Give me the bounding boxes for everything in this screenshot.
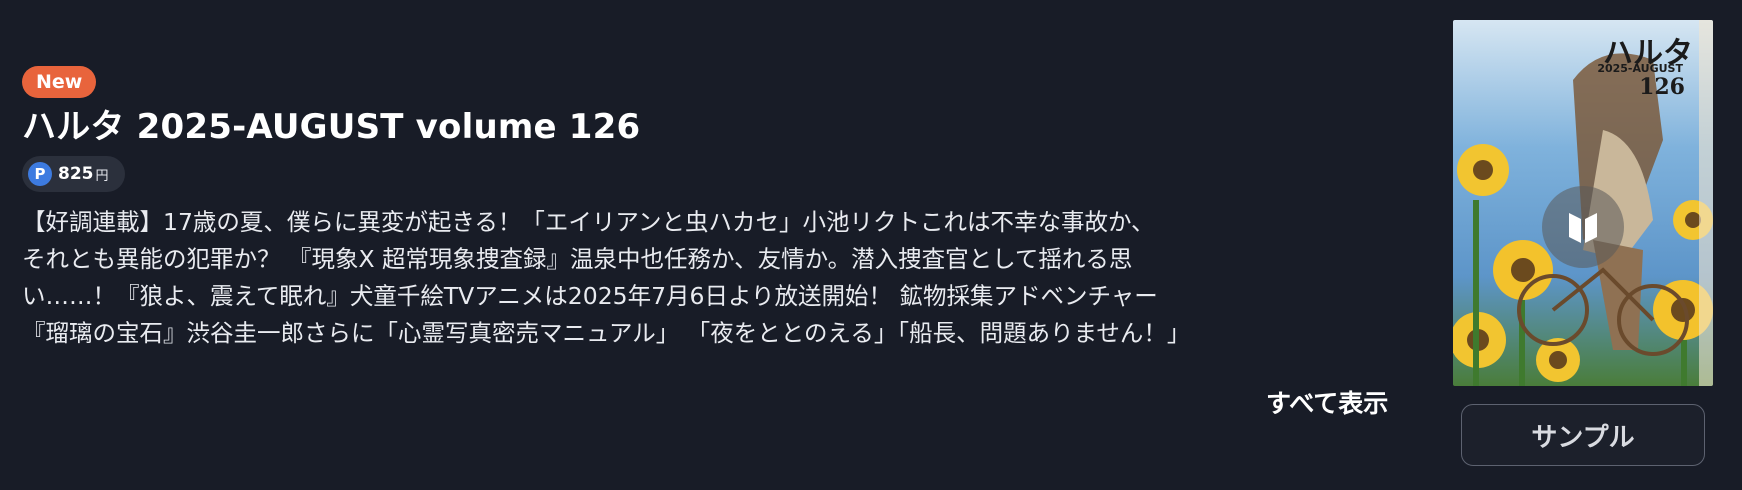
price-unit: 円 [95, 168, 109, 184]
show-all-link[interactable]: すべて表示 [1266, 384, 1388, 420]
product-info: New ハルタ 2025-AUGUST volume 126 P 825 円 【… [22, 66, 1402, 352]
description-line: それとも異能の犯罪か？ 『現象X 超常現象捜査録』温泉中也任務か、友情か。潜入捜… [22, 245, 1133, 273]
point-coin-icon: P [28, 162, 52, 186]
price-value: 825 [58, 164, 94, 184]
description-line: 『瑠璃の宝石』渋谷圭一郎さらに「心霊写真密売マニュアル」 「夜をととのえる」「船… [22, 319, 1191, 347]
book-open-icon[interactable] [1542, 186, 1624, 268]
description-line: 【好調連載】17歳の夏、僕らに異変が起きる！「エイリアンと虫ハカセ」小池リクトこ… [22, 208, 1155, 236]
sample-button[interactable]: サンプル [1461, 404, 1705, 466]
product-description: 【好調連載】17歳の夏、僕らに異変が起きる！「エイリアンと虫ハカセ」小池リクトこ… [22, 204, 1402, 352]
price-chip: P 825 円 [22, 156, 125, 192]
book-open-glyph [1569, 213, 1597, 243]
cover-number: 126 [1639, 74, 1685, 100]
description-line: い……！『狼よ、震えて眠れ』犬童千絵TVアニメは2025年7月6日より放送開始！… [22, 282, 1158, 310]
new-badge: New [22, 66, 97, 98]
product-title[interactable]: ハルタ 2025-AUGUST volume 126 [22, 106, 1402, 148]
